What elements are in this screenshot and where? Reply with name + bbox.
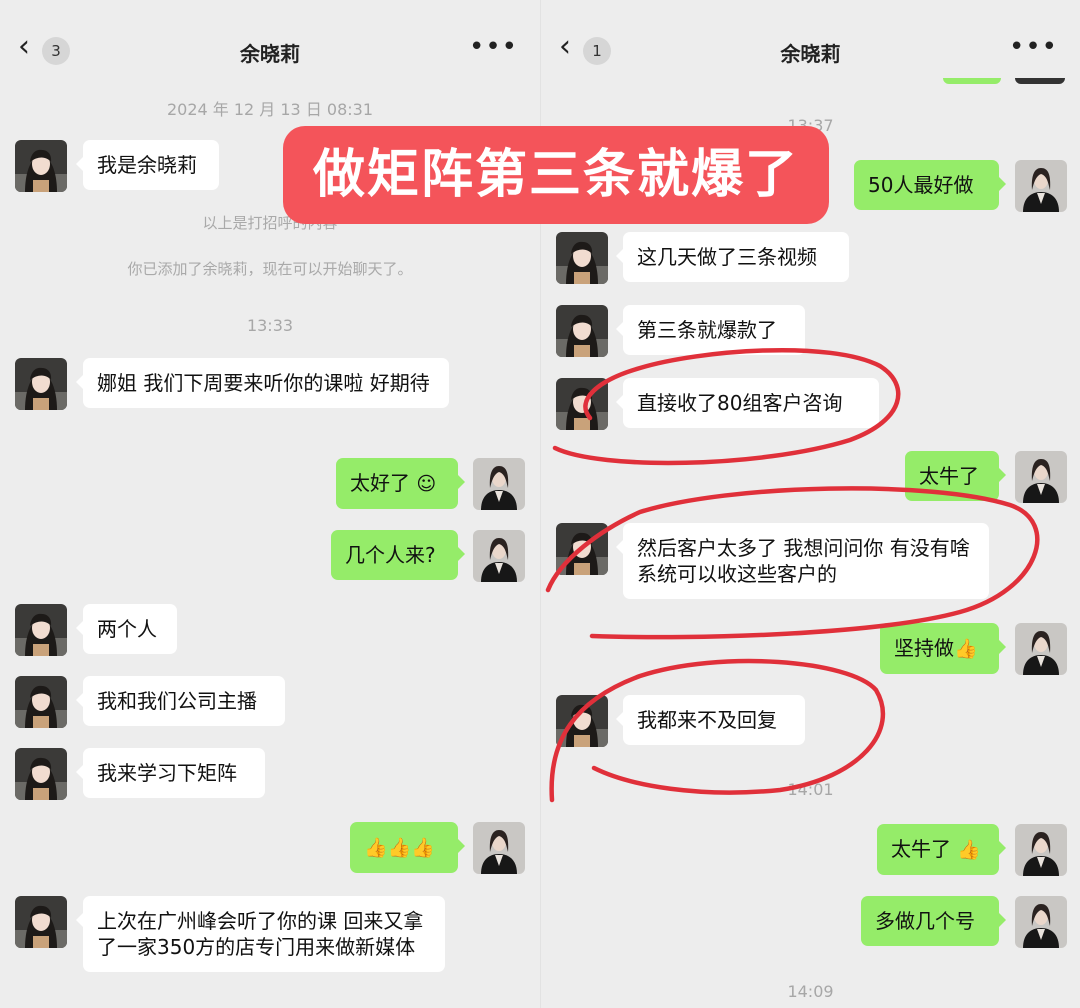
message-text: 太牛了: [891, 837, 951, 861]
chat-header: ‹ 3 余晓莉 •••: [0, 22, 540, 78]
contact-avatar[interactable]: [556, 232, 608, 284]
message-bubble-outgoing[interactable]: 👍👍👍: [350, 822, 465, 873]
message-bubble-incoming[interactable]: 这几天做了三条视频: [616, 232, 849, 282]
message-text: 坚持做: [894, 636, 954, 660]
self-avatar[interactable]: [1015, 160, 1067, 212]
self-avatar[interactable]: [473, 822, 525, 874]
contact-avatar[interactable]: [15, 140, 67, 192]
smile-emoji-icon: ☺: [416, 473, 437, 495]
message-bubble-outgoing[interactable]: 坚持做👍: [880, 623, 1006, 674]
message-bubble-incoming[interactable]: 直接收了80组客户咨询: [616, 378, 879, 428]
message-bubble-outgoing[interactable]: 太牛了: [905, 451, 1006, 501]
message-bubble-outgoing[interactable]: 多做几个号: [861, 896, 1006, 946]
message-bubble-incoming[interactable]: 我是余晓莉: [76, 140, 219, 190]
self-avatar-partial: [1015, 78, 1065, 84]
message-bubble-partial: [943, 78, 1001, 84]
contact-avatar[interactable]: [556, 378, 608, 430]
chat-title: 余晓莉: [780, 42, 841, 66]
message-bubble-incoming[interactable]: 上次在广州峰会听了你的课 回来又拿了一家350方的店专门用来做新媒体: [76, 896, 445, 972]
message-bubble-outgoing[interactable]: 太牛了 👍: [877, 824, 1006, 875]
thumbs-up-emoji-icon: 👍: [954, 638, 978, 660]
timestamp: 14:09: [787, 982, 834, 1001]
contact-avatar[interactable]: [556, 305, 608, 357]
message-bubble-outgoing[interactable]: 几个人来?: [331, 530, 465, 580]
thumbs-up-emoji-icon: 👍👍👍: [364, 837, 435, 859]
self-avatar[interactable]: [1015, 896, 1067, 948]
self-avatar[interactable]: [473, 458, 525, 510]
self-avatar[interactable]: [1015, 623, 1067, 675]
timestamp: 13:33: [246, 316, 294, 335]
contact-avatar[interactable]: [15, 748, 67, 800]
more-icon[interactable]: •••: [1009, 34, 1058, 60]
message-text: 太好了: [350, 471, 410, 495]
message-bubble-outgoing[interactable]: 50人最好做: [854, 160, 1006, 210]
contact-avatar[interactable]: [556, 695, 608, 747]
message-bubble-incoming[interactable]: 我和我们公司主播: [76, 676, 285, 726]
contact-avatar[interactable]: [556, 523, 608, 575]
system-notice: 你已添加了余晓莉，现在可以开始聊天了。: [127, 260, 413, 278]
message-bubble-incoming[interactable]: 第三条就爆款了: [616, 305, 805, 355]
chat-header: ‹ 1 余晓莉 •••: [541, 22, 1080, 78]
more-icon[interactable]: •••: [469, 34, 518, 60]
contact-avatar[interactable]: [15, 676, 67, 728]
message-bubble-incoming[interactable]: 娜姐 我们下周要来听你的课啦 好期待: [76, 358, 449, 408]
message-bubble-incoming[interactable]: 我都来不及回复: [616, 695, 805, 745]
thumbs-up-emoji-icon: 👍: [957, 839, 982, 861]
contact-avatar[interactable]: [15, 896, 67, 948]
contact-avatar[interactable]: [15, 358, 67, 410]
message-bubble-incoming[interactable]: 两个人: [76, 604, 177, 654]
self-avatar[interactable]: [473, 530, 525, 582]
chat-title: 余晓莉: [240, 42, 300, 66]
message-bubble-incoming[interactable]: 我来学习下矩阵: [76, 748, 265, 798]
headline-banner: 做矩阵第三条就爆了: [283, 126, 829, 224]
self-avatar[interactable]: [1015, 824, 1067, 876]
contact-avatar[interactable]: [15, 604, 67, 656]
self-avatar[interactable]: [1015, 451, 1067, 503]
timestamp: 14:01: [787, 780, 834, 799]
message-bubble-outgoing[interactable]: 太好了 ☺: [336, 458, 465, 509]
message-bubble-incoming[interactable]: 然后客户太多了 我想问问你 有没有啥系统可以收这些客户的: [616, 523, 989, 599]
timestamp: 2024 年 12 月 13 日 08:31: [166, 100, 374, 119]
